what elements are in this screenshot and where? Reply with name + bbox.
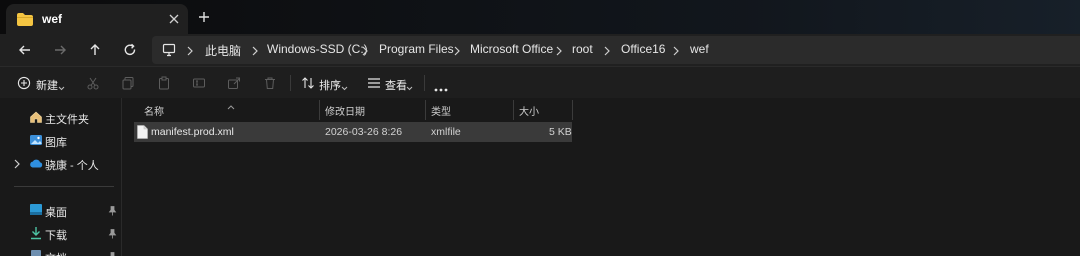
column-header-modified[interactable]: 修改日期 (325, 98, 425, 120)
cut-icon[interactable] (86, 76, 100, 93)
column-header-label: 名称 (144, 107, 164, 118)
sidebar-item-downloads[interactable]: 下载 (0, 222, 122, 244)
file-name: manifest.prod.xml (151, 126, 234, 138)
chevron-down-icon (406, 80, 413, 94)
sort-button-label: 排序 (319, 80, 341, 92)
address-bar[interactable]: 此电脑 Windows-SSD (C:) Program Files Micro… (152, 36, 1080, 64)
chevron-right-icon (603, 45, 611, 56)
computer-icon (162, 43, 176, 60)
column-separator[interactable] (572, 100, 573, 120)
gallery-icon (29, 133, 43, 150)
copy-icon[interactable] (121, 76, 135, 93)
chevron-right-icon (361, 45, 369, 56)
sidebar-item-desktop[interactable]: 桌面 (0, 199, 122, 221)
toolbar-divider (424, 75, 425, 91)
tab-wef[interactable]: wef (6, 4, 188, 34)
delete-icon[interactable] (263, 76, 277, 93)
tab-title: wef (42, 12, 63, 26)
breadcrumb-program-files[interactable]: Program Files (379, 42, 454, 56)
sidebar-item-label: 主文件夹 (45, 114, 89, 126)
file-size: 5 KB (549, 126, 572, 138)
column-header-label: 类型 (431, 107, 451, 118)
new-tab-icon[interactable] (196, 9, 212, 25)
sidebar-item-gallery[interactable]: 图库 (0, 129, 122, 151)
pin-icon[interactable] (108, 228, 117, 242)
column-header-label: 大小 (519, 107, 539, 118)
column-separator[interactable] (425, 100, 426, 120)
forward-arrow-icon[interactable] (50, 40, 70, 60)
close-tab-icon[interactable] (166, 11, 182, 27)
sidebar-item-documents[interactable]: 文档 (0, 245, 122, 256)
column-header-label: 修改日期 (325, 107, 365, 118)
column-separator[interactable] (319, 100, 320, 120)
toolbar-divider (290, 75, 291, 91)
file-modified: 2026-03-26 8:26 (325, 126, 403, 138)
more-options-icon[interactable] (434, 81, 448, 95)
home-icon (29, 110, 43, 127)
rename-icon[interactable] (192, 76, 206, 93)
pin-icon[interactable] (108, 251, 117, 256)
column-header-size[interactable]: 大小 (519, 98, 571, 120)
table-row[interactable]: manifest.prod.xml 2026-03-26 8:26 xmlfil… (134, 122, 572, 142)
file-type: xmlfile (431, 126, 461, 138)
view-button-label: 查看 (385, 80, 407, 92)
command-toolbar: 新建 排序 查看 (0, 66, 1080, 98)
view-list-icon (367, 77, 381, 92)
view-button[interactable]: 查看 (363, 67, 419, 99)
folder-icon (17, 13, 33, 29)
breadcrumb-this-pc[interactable]: 此电脑 (205, 42, 241, 59)
chevron-right-icon (186, 45, 194, 56)
chevron-right-icon (555, 45, 563, 56)
breadcrumb-microsoft-office[interactable]: Microsoft Office (470, 42, 553, 56)
navigation-pane: 主文件夹 图库 骁康 - 个人 桌面 下载 (0, 98, 122, 256)
pin-icon[interactable] (108, 205, 117, 219)
add-circle-icon (17, 76, 31, 93)
chevron-right-icon (453, 45, 461, 56)
breadcrumb-wef[interactable]: wef (690, 42, 709, 56)
download-icon (30, 226, 42, 243)
chevron-down-icon (341, 80, 348, 94)
documents-icon (30, 249, 42, 256)
file-icon (137, 125, 148, 142)
sidebar-item-home[interactable]: 主文件夹 (0, 106, 122, 128)
new-button[interactable]: 新建 (10, 67, 70, 99)
share-icon[interactable] (227, 76, 241, 93)
sidebar-item-onedrive[interactable]: 骁康 - 个人 (0, 152, 122, 174)
onedrive-cloud-icon (29, 157, 43, 171)
sidebar-item-label: 文档 (45, 250, 67, 256)
paste-icon[interactable] (157, 76, 171, 93)
sort-button[interactable]: 排序 (297, 67, 353, 99)
breadcrumb-office16[interactable]: Office16 (621, 42, 665, 56)
chevron-down-icon (58, 80, 65, 94)
chevron-right-icon (251, 45, 259, 56)
back-arrow-icon[interactable] (15, 40, 35, 60)
navigation-bar: 此电脑 Windows-SSD (C:) Program Files Micro… (0, 34, 1080, 66)
sidebar-item-label: 下载 (45, 230, 67, 242)
desktop-icon (29, 203, 43, 219)
column-header-type[interactable]: 类型 (431, 98, 513, 120)
up-arrow-icon[interactable] (85, 40, 105, 60)
column-separator[interactable] (513, 100, 514, 120)
refresh-icon[interactable] (120, 40, 140, 60)
chevron-right-icon[interactable] (13, 158, 21, 172)
breadcrumb-root[interactable]: root (572, 42, 593, 56)
title-bar: wef (0, 0, 1080, 34)
breadcrumb-windows-ssd[interactable]: Windows-SSD (C:) (267, 42, 368, 56)
sidebar-item-label: 骁康 - 个人 (45, 160, 99, 172)
new-button-label: 新建 (36, 80, 58, 92)
file-list: 名称 修改日期 类型 大小 manifest.prod.xml 2026-03-… (122, 98, 1080, 256)
chevron-right-icon (672, 45, 680, 56)
sidebar-divider (14, 186, 114, 187)
sort-arrows-icon (301, 76, 315, 93)
sidebar-item-label: 图库 (45, 137, 67, 149)
column-header-name[interactable]: 名称 (144, 98, 319, 120)
sidebar-item-label: 桌面 (45, 207, 67, 219)
